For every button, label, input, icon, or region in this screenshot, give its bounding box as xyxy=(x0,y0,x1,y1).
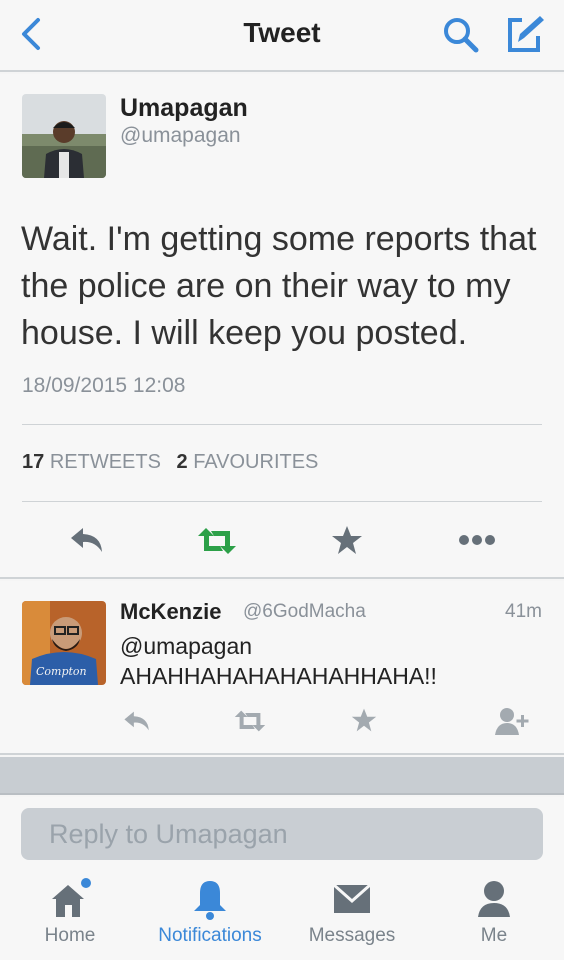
tab-label: Home xyxy=(44,925,96,946)
favourites-count: 2 xyxy=(176,451,188,473)
reply-icon[interactable] xyxy=(122,710,152,732)
follow-icon[interactable] xyxy=(495,707,531,735)
tab-me[interactable]: Me xyxy=(434,877,554,957)
retweets-label: RETWEETS xyxy=(49,451,161,473)
favourites-label: FAVOURITES xyxy=(193,451,319,473)
search-icon[interactable] xyxy=(440,14,482,56)
favourite-icon[interactable] xyxy=(331,524,363,556)
tweet-detail: Umapagan @umapagan Wait. I'm getting som… xyxy=(0,74,564,579)
reply-icon[interactable] xyxy=(69,526,105,554)
reply-time: 41m xyxy=(505,601,542,622)
tab-notifications[interactable]: Notifications xyxy=(150,877,270,957)
notification-dot xyxy=(81,878,91,888)
avatar-shirt-text: Compton xyxy=(36,665,87,678)
separator-bar xyxy=(0,757,564,795)
tab-home[interactable]: Home xyxy=(10,877,130,957)
retweets-count: 17 xyxy=(22,451,45,473)
retweet-icon[interactable] xyxy=(233,709,267,733)
retweet-icon[interactable] xyxy=(196,526,238,556)
person-icon xyxy=(478,881,510,917)
tab-messages[interactable]: Messages xyxy=(292,877,412,957)
reply-author-name[interactable]: McKenzie xyxy=(120,599,221,625)
tab-label: Notifications xyxy=(158,925,262,946)
reply-author-avatar[interactable]: Compton xyxy=(22,601,106,685)
reply-compose-bar: Reply to Umapagan xyxy=(0,797,564,869)
reply-tweet[interactable]: Compton McKenzie @6GodMacha 41m @umapaga… xyxy=(0,581,564,755)
reply-mention[interactable]: @umapagan xyxy=(120,631,437,661)
author-name[interactable]: Umapagan xyxy=(120,94,248,123)
reply-author-handle[interactable]: @6GodMacha xyxy=(243,601,366,623)
compose-icon[interactable] xyxy=(502,12,546,56)
tweet-text: Wait. I'm getting some reports that the … xyxy=(21,220,537,352)
reply-input[interactable]: Reply to Umapagan xyxy=(21,808,543,860)
divider xyxy=(22,424,542,425)
reply-text: @umapagan AHAHHAHAHAHAHAHHAHA!! xyxy=(120,631,437,691)
reply-body: AHAHHAHAHAHAHAHHAHA!! xyxy=(120,663,437,689)
navigation-bar: Tweet xyxy=(0,0,564,72)
tab-bar: Home Notifications Messages Me xyxy=(0,869,564,960)
home-icon xyxy=(52,878,91,917)
favourite-icon[interactable] xyxy=(351,707,377,733)
tab-label: Me xyxy=(480,925,508,946)
tweet-stats[interactable]: 17 RETWEETS 2 FAVOURITES xyxy=(22,451,318,474)
more-icon[interactable] xyxy=(458,532,496,548)
divider xyxy=(22,501,542,502)
envelope-icon xyxy=(333,883,371,913)
bell-icon xyxy=(194,881,226,920)
tweet-timestamp: 18/09/2015 12:08 xyxy=(22,374,186,397)
author-avatar[interactable] xyxy=(22,94,106,178)
author-handle[interactable]: @umapagan xyxy=(120,124,241,148)
tab-label: Messages xyxy=(308,925,396,946)
